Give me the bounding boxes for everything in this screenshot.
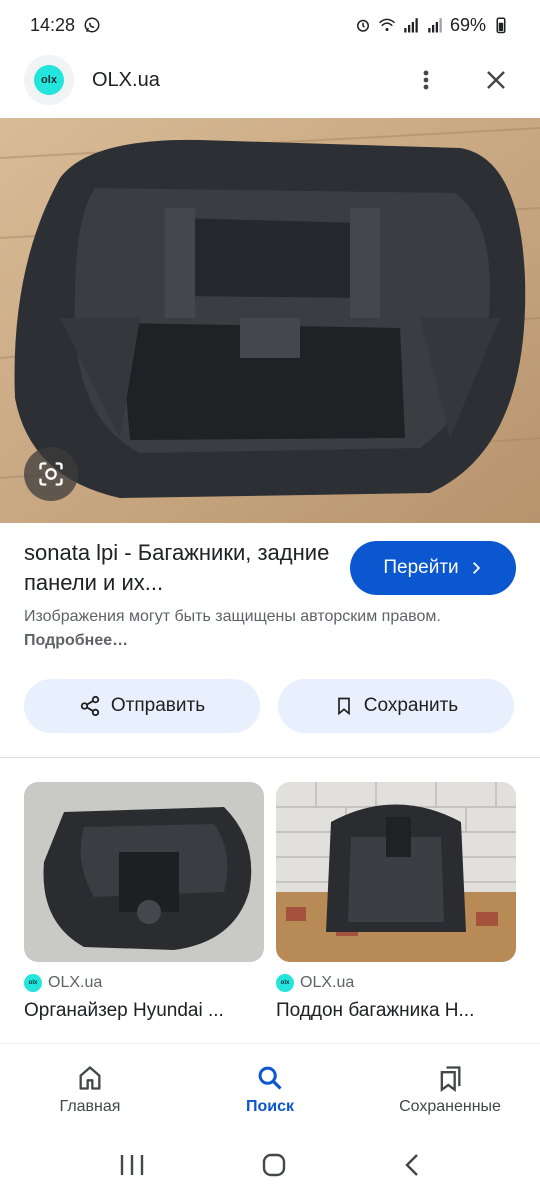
bookmark-icon (337, 697, 350, 716)
status-time: 14:28 (30, 14, 76, 35)
wifi-icon (378, 18, 395, 31)
site-header: olx OLX.ua (0, 50, 540, 110)
trunk-tray-photo (0, 118, 540, 523)
related-card-source-name: OLX.ua (300, 974, 355, 991)
recent-apps-button[interactable] (118, 1152, 146, 1183)
close-button[interactable] (476, 60, 516, 100)
related-results: olx OLX.ua Органайзер Hyundai ... olx OL… (24, 782, 516, 1022)
share-button-label: Отправить (110, 695, 206, 716)
visit-button[interactable]: Перейти (350, 541, 516, 595)
recent-apps-icon (120, 1155, 143, 1175)
alarm-icon (356, 19, 369, 32)
site-name[interactable]: OLX.ua (92, 69, 160, 92)
bottom-navigation: Главная Поиск Сохраненные (0, 1043, 540, 1135)
nav-home[interactable]: Главная (0, 1044, 180, 1135)
nav-saved[interactable]: Сохраненные (360, 1044, 540, 1135)
nav-search[interactable]: Поиск (180, 1044, 360, 1135)
whatsapp-icon (84, 17, 100, 33)
nav-home-label: Главная (59, 1097, 121, 1115)
related-card[interactable]: olx OLX.ua Органайзер Hyundai ... (24, 782, 264, 1022)
save-button-label: Сохранить (363, 695, 459, 716)
google-lens-icon (39, 462, 63, 486)
more-options-button[interactable] (406, 60, 446, 100)
battery-icon (496, 17, 506, 34)
home-circle-icon (262, 1153, 286, 1177)
share-button[interactable]: Отправить (24, 679, 260, 733)
divider (0, 757, 540, 758)
visit-button-label: Перейти (383, 557, 459, 578)
more-vert-icon (423, 70, 429, 90)
search-icon (258, 1066, 282, 1090)
result-title[interactable]: sonata lpi - Багажники, задние панели и … (24, 538, 334, 598)
related-card-title[interactable]: Поддон багажника H... (276, 1000, 516, 1022)
chevron-right-icon (472, 562, 480, 574)
nav-search-label: Поиск (245, 1097, 294, 1115)
action-buttons: Отправить Сохранить (24, 679, 514, 733)
olx-mini-logo-icon: olx (276, 974, 294, 992)
back-button[interactable] (402, 1152, 422, 1183)
back-icon (405, 1154, 419, 1176)
related-card-image[interactable] (24, 782, 264, 962)
site-logo[interactable]: olx (24, 55, 74, 105)
signal-icon (404, 18, 418, 33)
status-bar: 14:28 69% (0, 0, 540, 50)
battery-percent: 69% (449, 14, 486, 35)
home-icon (79, 1065, 101, 1090)
tray-photo (276, 782, 516, 962)
olx-mini-logo-icon: olx (24, 974, 42, 992)
nav-saved-label: Сохраненные (399, 1097, 501, 1115)
copyright-text: Изображения могут быть защищены авторски… (24, 608, 441, 625)
olx-logo: olx (34, 65, 64, 95)
related-card-source-name: OLX.ua (48, 974, 103, 991)
signal-icon-2 (428, 18, 442, 33)
share-icon (80, 695, 100, 717)
related-card-title[interactable]: Органайзер Hyundai ... (24, 1000, 264, 1022)
saved-icon (440, 1065, 461, 1092)
learn-more-link[interactable]: Подробнее… (24, 632, 128, 649)
save-button[interactable]: Сохранить (278, 679, 514, 733)
related-card[interactable]: olx OLX.ua Поддон багажника H... (276, 782, 516, 1022)
related-card-source: olx OLX.ua (24, 974, 264, 992)
lens-button[interactable] (24, 447, 78, 501)
close-icon (487, 71, 505, 89)
copyright-notice: Изображения могут быть защищены авторски… (24, 605, 516, 653)
organizer-photo (24, 782, 264, 962)
related-card-image[interactable] (276, 782, 516, 962)
related-card-source: olx OLX.ua (276, 974, 516, 992)
system-navigation (0, 1135, 540, 1200)
main-image[interactable] (0, 118, 540, 523)
result-title-row: sonata lpi - Багажники, задние панели и … (24, 538, 516, 598)
home-button[interactable] (261, 1152, 287, 1183)
